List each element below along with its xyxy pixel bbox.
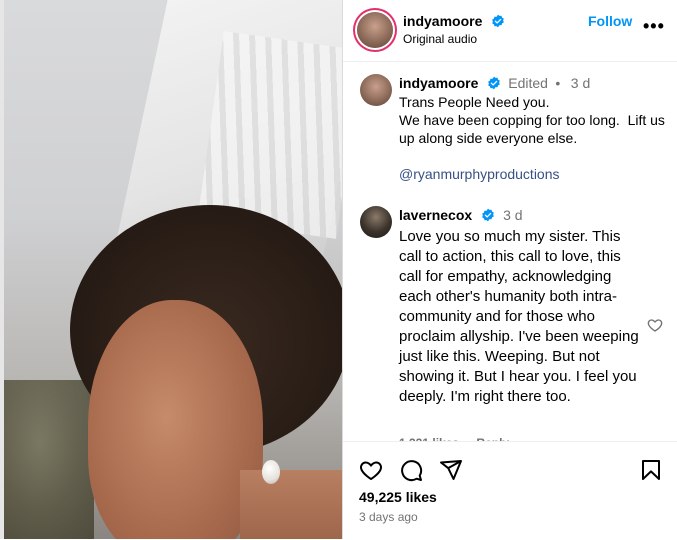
comment-username[interactable]: lavernecox	[399, 207, 472, 223]
media-earring	[262, 460, 280, 484]
verified-badge-icon	[491, 14, 504, 28]
comment-block: lavernecox 3 d Love you so much my siste…	[399, 207, 645, 407]
caption-block: indyamoore Edited • 3 d Trans People Nee…	[399, 75, 665, 183]
post-actions: 49,225 likes 3 days ago	[343, 441, 677, 540]
post-likes-count[interactable]: 49,225 likes	[359, 489, 437, 505]
media-plant	[4, 380, 94, 539]
caption-separator: •	[555, 75, 561, 91]
media-face	[88, 300, 263, 539]
comment-time[interactable]: 3 d	[503, 207, 522, 223]
caption-line-1: Trans People Need you.	[399, 94, 550, 110]
media-neck	[240, 470, 342, 539]
caption-mention-link[interactable]: @ryanmurphyproductions	[399, 166, 560, 182]
post-timestamp[interactable]: 3 days ago	[359, 510, 418, 524]
post-header: indyamoore Original audio Follow •••	[343, 0, 677, 62]
author-avatar[interactable]	[357, 12, 393, 48]
comment-icon[interactable]	[399, 458, 423, 482]
verified-badge-icon	[487, 76, 500, 90]
post-media[interactable]	[0, 0, 342, 539]
caption-line-2: We have been copping for too long. Lift …	[399, 112, 669, 146]
caption-avatar[interactable]	[360, 74, 392, 106]
caption-username[interactable]: indyamoore	[399, 75, 478, 91]
author-line: indyamoore	[403, 13, 505, 31]
comment-text: Love you so much my sister. This call to…	[399, 228, 639, 405]
bookmark-icon[interactable]	[639, 458, 663, 482]
caption-time[interactable]: 3 d	[571, 75, 590, 91]
share-icon[interactable]	[439, 458, 463, 482]
author-username[interactable]: indyamoore	[403, 13, 482, 29]
follow-button[interactable]: Follow	[588, 13, 632, 29]
comment-like-heart-icon[interactable]	[647, 317, 663, 333]
verified-badge-icon	[481, 208, 494, 222]
audio-label[interactable]: Original audio	[403, 32, 477, 46]
more-options-icon[interactable]: •••	[643, 16, 665, 37]
caption-edited: Edited	[508, 75, 548, 91]
post-side-panel: indyamoore Original audio Follow ••• ind…	[342, 0, 677, 540]
comment-avatar[interactable]	[360, 206, 392, 238]
heart-icon[interactable]	[359, 458, 383, 482]
